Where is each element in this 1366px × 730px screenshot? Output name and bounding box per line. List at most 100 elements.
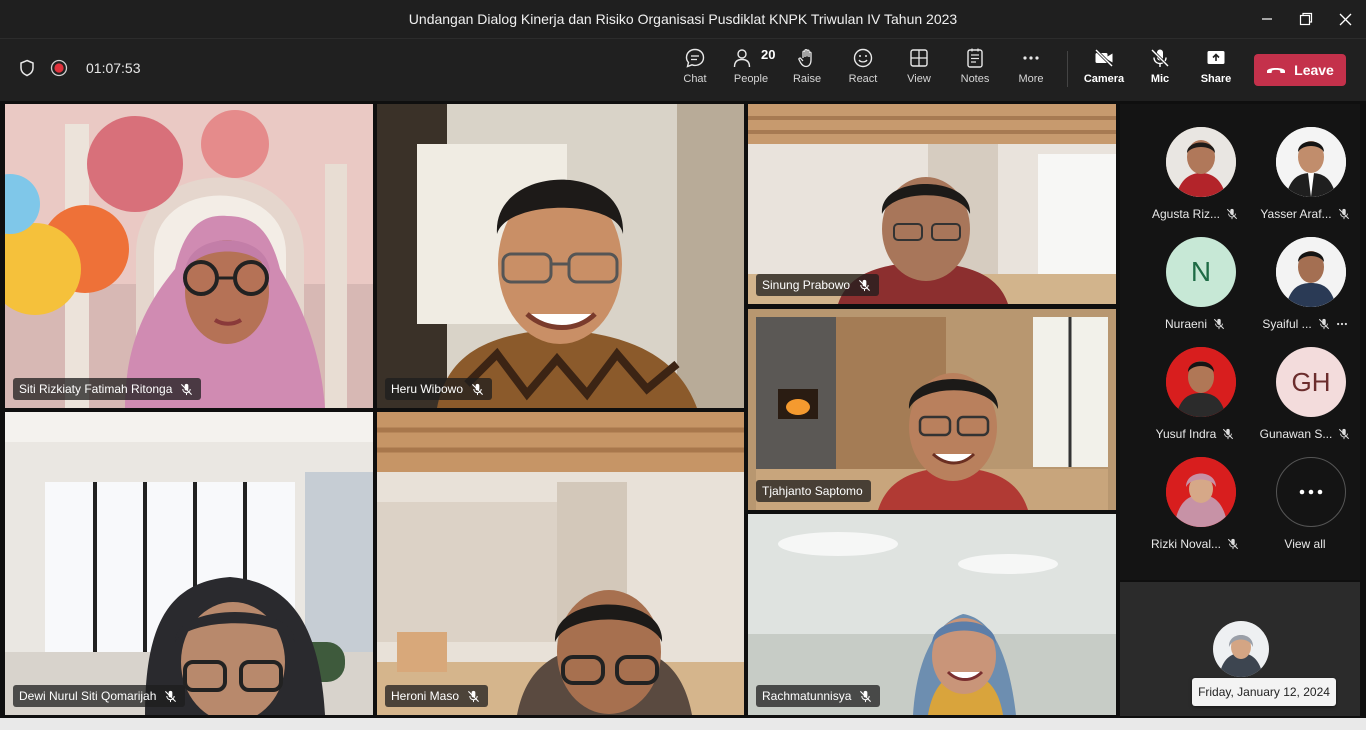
mic-muted-icon	[860, 690, 872, 702]
leave-button[interactable]: Leave	[1254, 54, 1346, 86]
raise-label: Raise	[792, 73, 822, 85]
profile-photo	[1166, 127, 1236, 197]
more-icon	[1299, 489, 1323, 495]
participant-item[interactable]: Agusta Riz...	[1135, 104, 1245, 221]
more-label: More	[1018, 73, 1044, 85]
participant-name: Rachmatunnisya	[762, 689, 852, 703]
participant-nametag: Rachmatunnisya	[756, 685, 881, 707]
notes-button[interactable]: Notes	[947, 47, 1003, 95]
share-button[interactable]: Share	[1188, 47, 1244, 95]
mic-muted-icon	[472, 383, 484, 395]
avatar	[1166, 347, 1236, 417]
view-all-row: View all	[1245, 537, 1365, 551]
mic-muted-icon	[165, 690, 177, 702]
participant-video	[377, 104, 744, 408]
participant-item[interactable]: Syaiful ...	[1245, 214, 1355, 331]
mic-button[interactable]: Mic	[1132, 47, 1188, 95]
mic-off-icon	[1150, 48, 1170, 68]
view-button[interactable]: View	[891, 47, 947, 95]
avatar-initials: N	[1166, 237, 1236, 307]
video-tile[interactable]: Sinung Prabowo	[748, 104, 1116, 304]
mic-muted-icon	[859, 279, 871, 291]
participant-nametag: Siti Rizkiaty Fatimah Ritonga	[13, 378, 202, 400]
view-all-circle	[1276, 457, 1346, 527]
minimize-icon	[1262, 18, 1272, 20]
camera-label: Camera	[1083, 73, 1125, 85]
bottom-strip	[0, 718, 1366, 730]
video-tile-active-speaker[interactable]: Tjahjanto Saptomo	[748, 309, 1116, 510]
people-button[interactable]: 20 People	[723, 47, 779, 95]
recording-icon	[50, 59, 68, 77]
camera-off-icon	[1094, 48, 1114, 68]
self-avatar	[1213, 621, 1269, 677]
close-button[interactable]	[1322, 0, 1366, 38]
chat-button[interactable]: Chat	[667, 47, 723, 95]
view-all-button[interactable]: View all	[1245, 434, 1355, 551]
participant-nametag: Tjahjanto Saptomo	[756, 480, 871, 502]
participant-video	[5, 104, 373, 408]
mic-muted-icon	[468, 690, 480, 702]
participant-name: Dewi Nurul Siti Qomarijah	[19, 689, 157, 703]
participant-item[interactable]: Yusuf Indra	[1135, 324, 1245, 441]
react-label: React	[848, 73, 878, 85]
profile-photo	[1166, 347, 1236, 417]
participant-item[interactable]: Rizki Noval...	[1135, 434, 1245, 551]
share-icon	[1207, 51, 1225, 64]
profile-photo	[1276, 127, 1346, 197]
participant-nametag: Sinung Prabowo	[756, 274, 880, 296]
video-tile[interactable]: Heroni Maso	[377, 412, 744, 715]
participant-video	[377, 412, 744, 715]
participant-nametag: Dewi Nurul Siti Qomarijah	[13, 685, 186, 707]
phone-hangup-icon	[1267, 68, 1286, 73]
people-icon	[733, 49, 751, 68]
camera-button[interactable]: Camera	[1076, 47, 1132, 95]
window-title: Undangan Dialog Kinerja dan Risiko Organ…	[408, 11, 958, 27]
participant-name: Siti Rizkiaty Fatimah Ritonga	[19, 382, 173, 396]
shield-icon[interactable]	[18, 59, 36, 77]
video-tile[interactable]: Dewi Nurul Siti Qomarijah	[5, 412, 373, 715]
notes-icon	[967, 48, 983, 68]
toolbar-divider	[1067, 51, 1068, 87]
more-button[interactable]: More	[1003, 47, 1059, 95]
date-tooltip: Friday, January 12, 2024	[1192, 678, 1336, 706]
notes-label: Notes	[960, 73, 990, 85]
meeting-toolbar: 01:07:53 Chat 20 People Raise React View…	[0, 38, 1366, 101]
participant-nametag: Heroni Maso	[385, 685, 489, 707]
raise-hand-button[interactable]: Raise	[779, 47, 835, 95]
close-icon	[1339, 13, 1351, 25]
avatar-initials-text: N	[1190, 256, 1212, 287]
video-tile[interactable]: Rachmatunnisya	[748, 514, 1116, 715]
video-tile[interactable]: Siti Rizkiaty Fatimah Ritonga	[5, 104, 373, 408]
participant-item[interactable]: GH Gunawan S...	[1245, 324, 1355, 441]
title-bar: Undangan Dialog Kinerja dan Risiko Organ…	[0, 0, 1366, 38]
mic-muted-icon	[1227, 538, 1239, 550]
grid-view-icon	[910, 49, 928, 67]
react-button[interactable]: React	[835, 47, 891, 95]
participant-item[interactable]: Yasser Araf...	[1245, 104, 1355, 221]
more-icon	[1023, 56, 1039, 60]
leave-label: Leave	[1294, 62, 1334, 78]
video-tile[interactable]: Heru Wibowo	[377, 104, 744, 408]
people-label: People	[733, 73, 769, 85]
avatar	[1166, 457, 1236, 527]
participant-name: Heroni Maso	[391, 689, 460, 703]
avatar-initials-text: GH	[1291, 366, 1331, 397]
participant-name: Tjahjanto Saptomo	[762, 484, 863, 498]
avatar	[1166, 127, 1236, 197]
participant-name-row: Rizki Noval...	[1135, 537, 1255, 551]
avatar	[1276, 127, 1346, 197]
participant-name: Sinung Prabowo	[762, 278, 851, 292]
participant-nametag: Heru Wibowo	[385, 378, 493, 400]
profile-photo	[1166, 457, 1236, 527]
avatar	[1276, 237, 1346, 307]
participant-item[interactable]: N Nuraeni	[1135, 214, 1245, 331]
share-label: Share	[1200, 73, 1232, 85]
profile-photo	[1276, 237, 1346, 307]
restore-icon	[1299, 12, 1313, 26]
view-all-label: View all	[1284, 537, 1326, 551]
mic-label: Mic	[1150, 73, 1170, 85]
smiley-icon	[853, 48, 873, 68]
meeting-status: 01:07:53	[18, 59, 141, 77]
profile-photo	[1213, 621, 1269, 677]
mic-muted-icon	[181, 383, 193, 395]
